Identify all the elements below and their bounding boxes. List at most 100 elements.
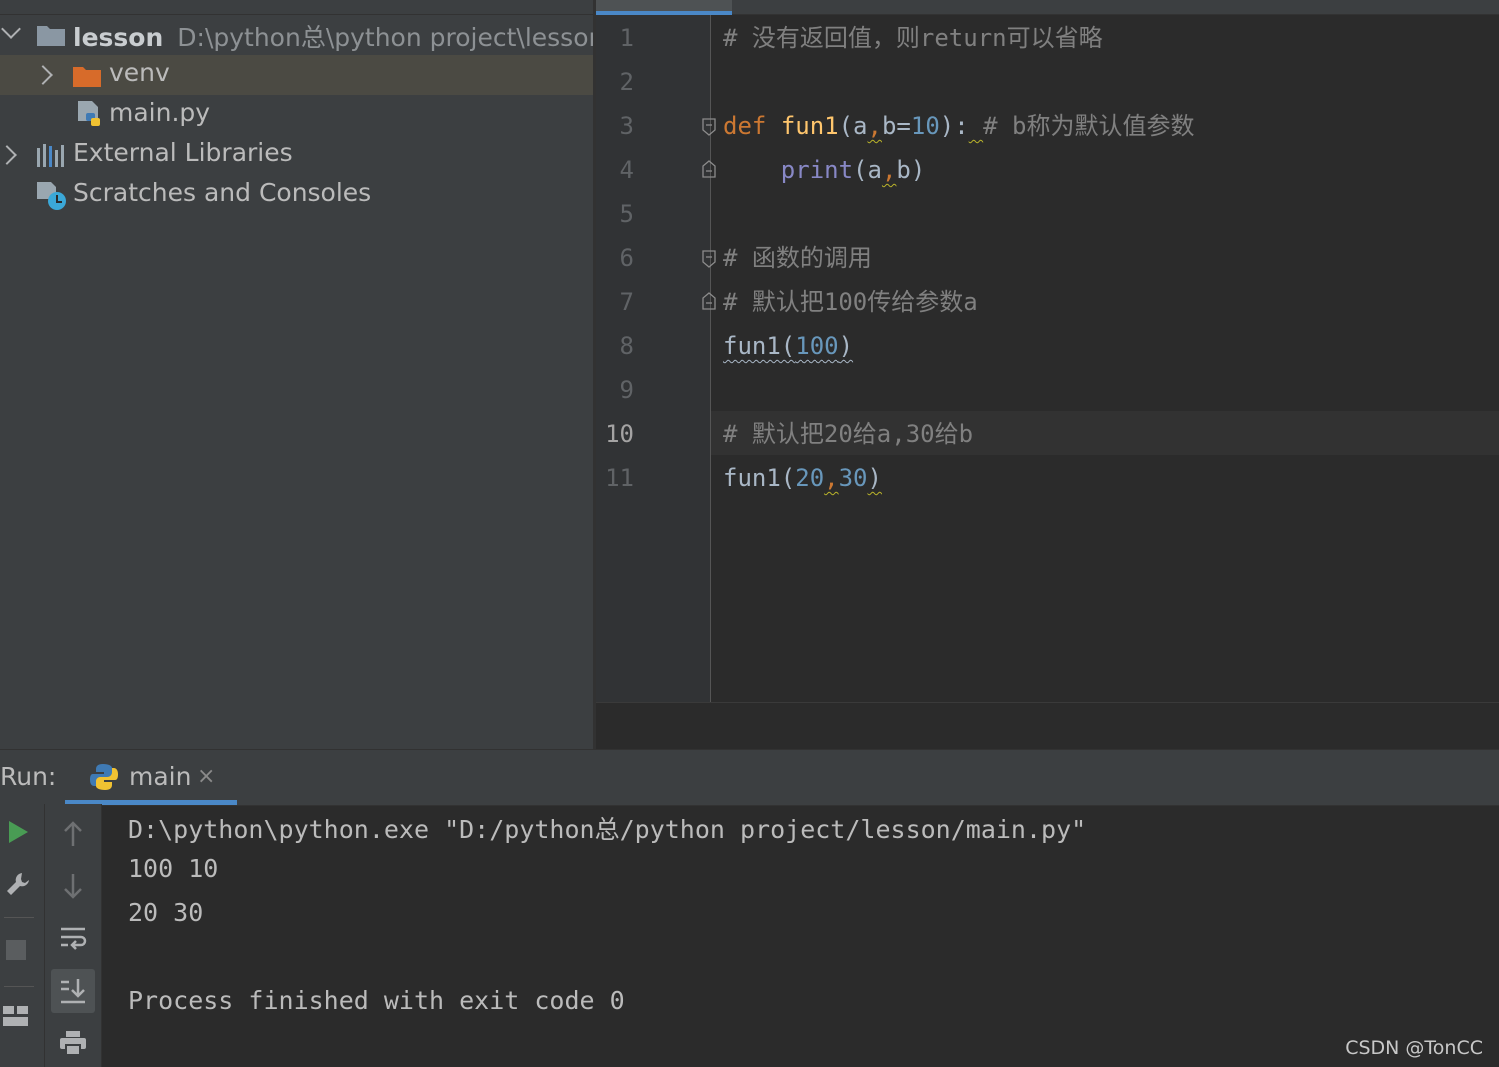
code-token: ): [867, 464, 882, 492]
run-toolbar-left: [0, 804, 45, 1067]
code-token: ,: [881, 156, 897, 184]
code-token: # 没有返回值，则return可以省略: [723, 24, 1103, 52]
line-number: 7: [619, 288, 634, 316]
python-icon: [90, 763, 118, 795]
code-line[interactable]: # 默认把100传给参数a: [723, 280, 978, 324]
stop-icon[interactable]: [2, 932, 30, 968]
console-output[interactable]: D:\python\python.exe "D:/python总/python …: [102, 804, 1499, 1067]
up-arrow-icon[interactable]: [57, 816, 89, 852]
code-token: # 默认把20给a,30给b: [723, 420, 974, 448]
code-line[interactable]: # 函数的调用: [723, 236, 872, 280]
toolbar-separator: [4, 986, 34, 987]
code-token: b): [896, 156, 926, 184]
toolbar-separator: [4, 917, 34, 918]
chevron-right-icon[interactable]: [33, 65, 53, 85]
scratches-icon: [36, 180, 68, 218]
libraries-icon: [36, 142, 66, 174]
wrench-icon[interactable]: [2, 866, 34, 902]
run-header: Run: main ×: [0, 749, 1499, 806]
line-number: 9: [619, 376, 634, 404]
code-token: ,: [824, 464, 839, 492]
run-tool-window: Run: main × D:\python\python.exe "D:/pyt…: [0, 749, 1499, 1067]
code-token: 100: [795, 332, 839, 360]
code-token: ): [838, 332, 854, 360]
chevron-down-icon[interactable]: [1, 19, 21, 39]
console-line: Process finished with exit code 0: [128, 986, 625, 1015]
run-icon[interactable]: [2, 814, 34, 850]
code-token: fun1(: [723, 464, 796, 492]
tree-item-scratches[interactable]: Scratches and Consoles: [0, 175, 593, 215]
code-token: # 函数的调用: [723, 244, 872, 272]
print-icon[interactable]: [55, 1025, 91, 1061]
code-line[interactable]: fun1(100): [723, 324, 853, 368]
code-line[interactable]: print(a,b): [723, 148, 926, 192]
tree-item-main-py[interactable]: main.py: [0, 95, 593, 135]
code-line[interactable]: fun1(20,30): [723, 456, 882, 500]
code-line[interactable]: def fun1(a,b=10): # b称为默认值参数: [723, 104, 1195, 148]
code-token: (a: [853, 156, 882, 184]
line-number: 3: [619, 112, 634, 140]
fold-start-icon[interactable]: [702, 250, 716, 268]
fold-end-icon[interactable]: [702, 160, 716, 178]
run-label: Run:: [0, 762, 57, 791]
soft-wrap-icon[interactable]: [55, 921, 91, 957]
project-tool-window: lesson D:\python总\python project\lesson v…: [0, 0, 593, 749]
code-editor[interactable]: # 没有返回值，则return可以省略 def fun1(a,b=10): # b…: [596, 0, 1499, 702]
code-line[interactable]: # 没有返回值，则return可以省略: [723, 16, 1103, 60]
scroll-to-end-icon[interactable]: [51, 969, 95, 1013]
tree-item-external-libraries[interactable]: External Libraries: [0, 135, 593, 175]
line-number: 10: [605, 420, 634, 448]
project-path: D:\python总\python project\lesson: [177, 23, 593, 52]
editor-tab-main-py[interactable]: [596, 0, 732, 15]
tree-item-venv[interactable]: venv: [0, 55, 593, 95]
watermark: CSDN @TonCC: [1345, 1037, 1483, 1059]
project-name: lesson: [73, 23, 164, 52]
code-token: 20: [795, 464, 825, 492]
line-number: 6: [619, 244, 634, 272]
console-line: 100 10: [128, 854, 219, 883]
close-icon[interactable]: ×: [197, 764, 215, 789]
fold-end-icon[interactable]: [702, 292, 716, 310]
code-token: ,: [867, 112, 882, 140]
code-token: ):: [939, 112, 969, 140]
tree-item-label: venv: [109, 58, 170, 87]
run-tab-label: main: [129, 762, 192, 791]
line-number: 5: [619, 200, 634, 228]
code-token: 30: [838, 464, 868, 492]
code-token: def: [723, 112, 767, 140]
tree-item-label: main.py: [109, 98, 211, 127]
code-token: (a: [838, 112, 868, 140]
editor-tab-bar: [596, 0, 1499, 15]
fold-start-icon[interactable]: [702, 118, 716, 136]
console-line: D:\python\python.exe "D:/python总/python …: [128, 815, 1087, 844]
root-label: lesson D:\python总\python project\lesson: [73, 18, 593, 54]
folder-icon: [36, 23, 66, 53]
code-token: # 默认把100传给参数a: [723, 288, 978, 316]
down-arrow-icon[interactable]: [57, 868, 89, 904]
code-token: print: [780, 156, 854, 184]
tree-item-label: External Libraries: [73, 138, 293, 167]
line-number: 1: [619, 24, 634, 52]
project-toolbar: [0, 0, 593, 15]
chevron-right-icon[interactable]: [0, 145, 17, 165]
code-token: fun1(: [723, 332, 796, 360]
code-token: fun1: [780, 112, 839, 140]
layout-icon[interactable]: [2, 998, 30, 1034]
tree-item-label: Scratches and Consoles: [73, 178, 372, 207]
editor-footer: [596, 702, 1499, 750]
folder-excluded-icon: [73, 64, 101, 93]
tree-row-root[interactable]: lesson D:\python总\python project\lesson: [0, 15, 593, 55]
code-token: b=: [881, 112, 911, 140]
python-file-icon: [76, 100, 104, 136]
line-number: 2: [619, 68, 634, 96]
run-toolbar-right: [45, 804, 102, 1067]
line-number: 4: [619, 156, 634, 184]
line-number: 8: [619, 332, 634, 360]
console-line: 20 30: [128, 898, 204, 927]
code-token: 10: [910, 112, 940, 140]
code-line[interactable]: # 默认把20给a,30给b: [723, 412, 973, 456]
code-token: # b称为默认值参数: [983, 112, 1195, 140]
